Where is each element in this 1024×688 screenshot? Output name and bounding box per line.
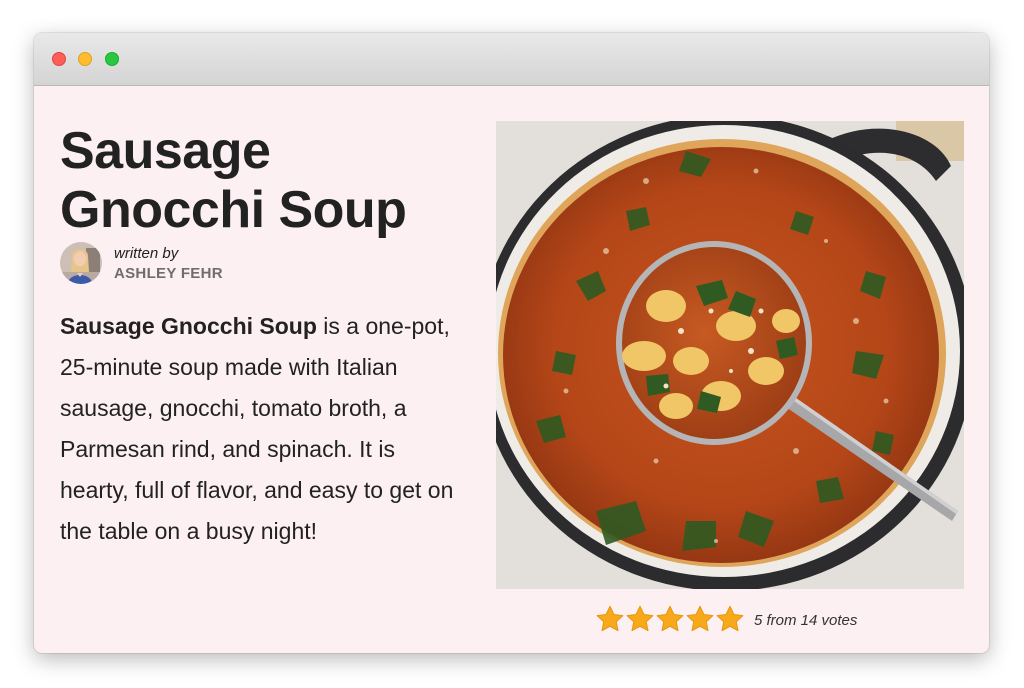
close-window-button[interactable] (52, 52, 66, 66)
description-text: is a one-pot, 25-minute soup made with I… (60, 313, 454, 544)
written-by-label: written by (114, 245, 179, 262)
star-icon[interactable] (595, 604, 625, 634)
star-icon[interactable] (685, 604, 715, 634)
author-name-link[interactable]: ASHLEY FEHR (114, 265, 223, 282)
minimize-window-button[interactable] (78, 52, 92, 66)
star-icon[interactable] (625, 604, 655, 634)
recipe-description: Sausage Gnocchi Soup is a one-pot, 25-mi… (60, 306, 465, 552)
zoom-window-button[interactable] (105, 52, 119, 66)
star-icon[interactable] (655, 604, 685, 634)
rating-votes-text: 5 from 14 votes (754, 612, 858, 629)
rating-stars[interactable] (595, 604, 745, 634)
recipe-title: Sausage Gnocchi Soup (60, 122, 407, 239)
browser-window: Sausage Gnocchi Soup written by ASHLEY F… (34, 33, 989, 653)
recipe-photo (496, 121, 964, 589)
recipe-card: Sausage Gnocchi Soup written by ASHLEY F… (34, 86, 989, 653)
star-icon[interactable] (715, 604, 745, 634)
description-bold-lead: Sausage Gnocchi Soup (60, 313, 317, 339)
author-avatar[interactable] (60, 242, 102, 284)
window-titlebar (34, 33, 989, 86)
